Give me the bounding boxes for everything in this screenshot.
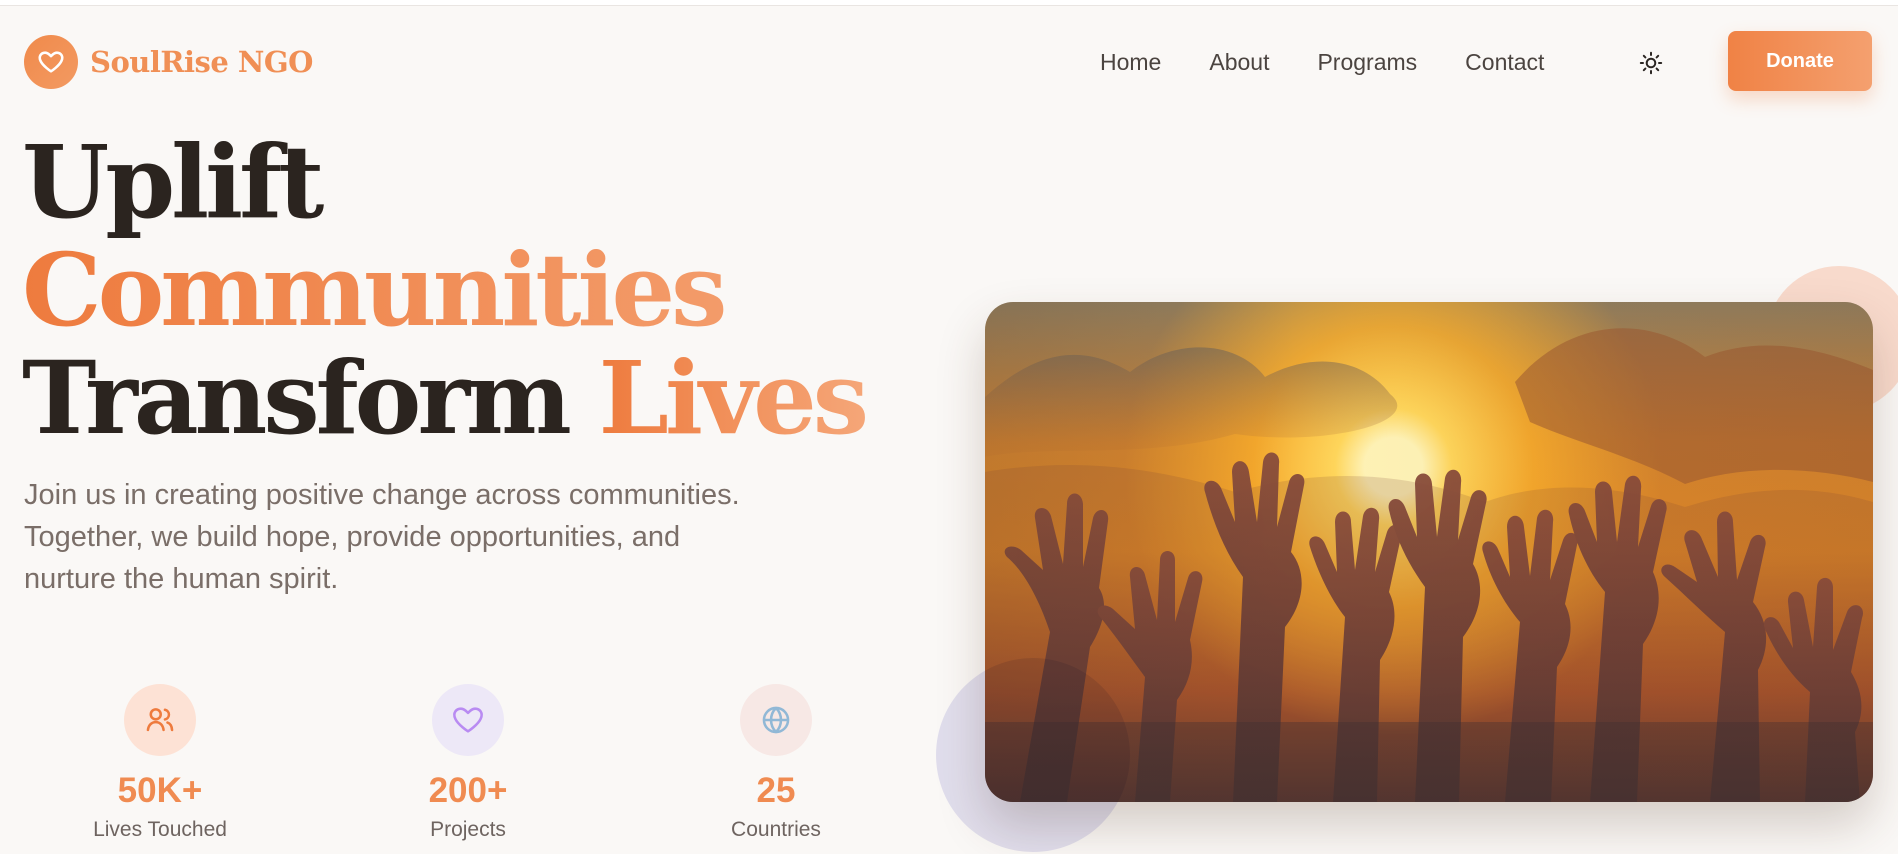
stat-projects: 200+ Projects: [348, 684, 588, 842]
globe-icon: [740, 684, 812, 756]
stat-label: Countries: [731, 818, 821, 841]
heart-icon: [432, 684, 504, 756]
site-header: SoulRise NGO Home About Programs Contact: [0, 26, 1898, 96]
decorative-lavender-circle: [936, 658, 1130, 852]
hero-title-line-uplift: Uplift: [22, 123, 324, 241]
nav-programs[interactable]: Programs: [1317, 49, 1417, 76]
main-navigation: Home About Programs Contact: [1100, 42, 1592, 82]
sun-icon[interactable]: [1636, 48, 1666, 78]
stat-value: 25: [756, 771, 796, 810]
stat-value: 50K+: [117, 771, 203, 810]
brand-logo[interactable]: SoulRise NGO: [24, 34, 313, 90]
hero-title: Uplift Communities Transform Lives: [22, 128, 952, 452]
stat-lives-touched: 50K+ Lives Touched: [40, 684, 280, 842]
hero-title-lives-word: Lives: [598, 339, 869, 457]
top-border: [0, 0, 1898, 6]
nav-contact[interactable]: Contact: [1465, 49, 1544, 76]
page: SoulRise NGO Home About Programs Contact: [0, 0, 1898, 854]
hero-subtitle: Join us in creating positive change acro…: [24, 479, 740, 595]
nav-home[interactable]: Home: [1100, 49, 1161, 76]
stat-countries: 25 Countries: [656, 684, 896, 842]
brand-name: SoulRise NGO: [90, 45, 313, 79]
hero-title-transform-word: Transform: [22, 339, 572, 457]
heart-icon: [24, 35, 78, 89]
users-icon: [124, 684, 196, 756]
hero-title-line-communities: Communities: [22, 236, 952, 344]
stat-label: Lives Touched: [93, 818, 227, 841]
stat-value: 200+: [428, 771, 508, 810]
nav-about[interactable]: About: [1209, 49, 1269, 76]
donate-button[interactable]: Donate: [1728, 31, 1872, 91]
stat-label: Projects: [430, 818, 506, 841]
hero-title-line-transform: Transform Lives: [22, 344, 952, 452]
